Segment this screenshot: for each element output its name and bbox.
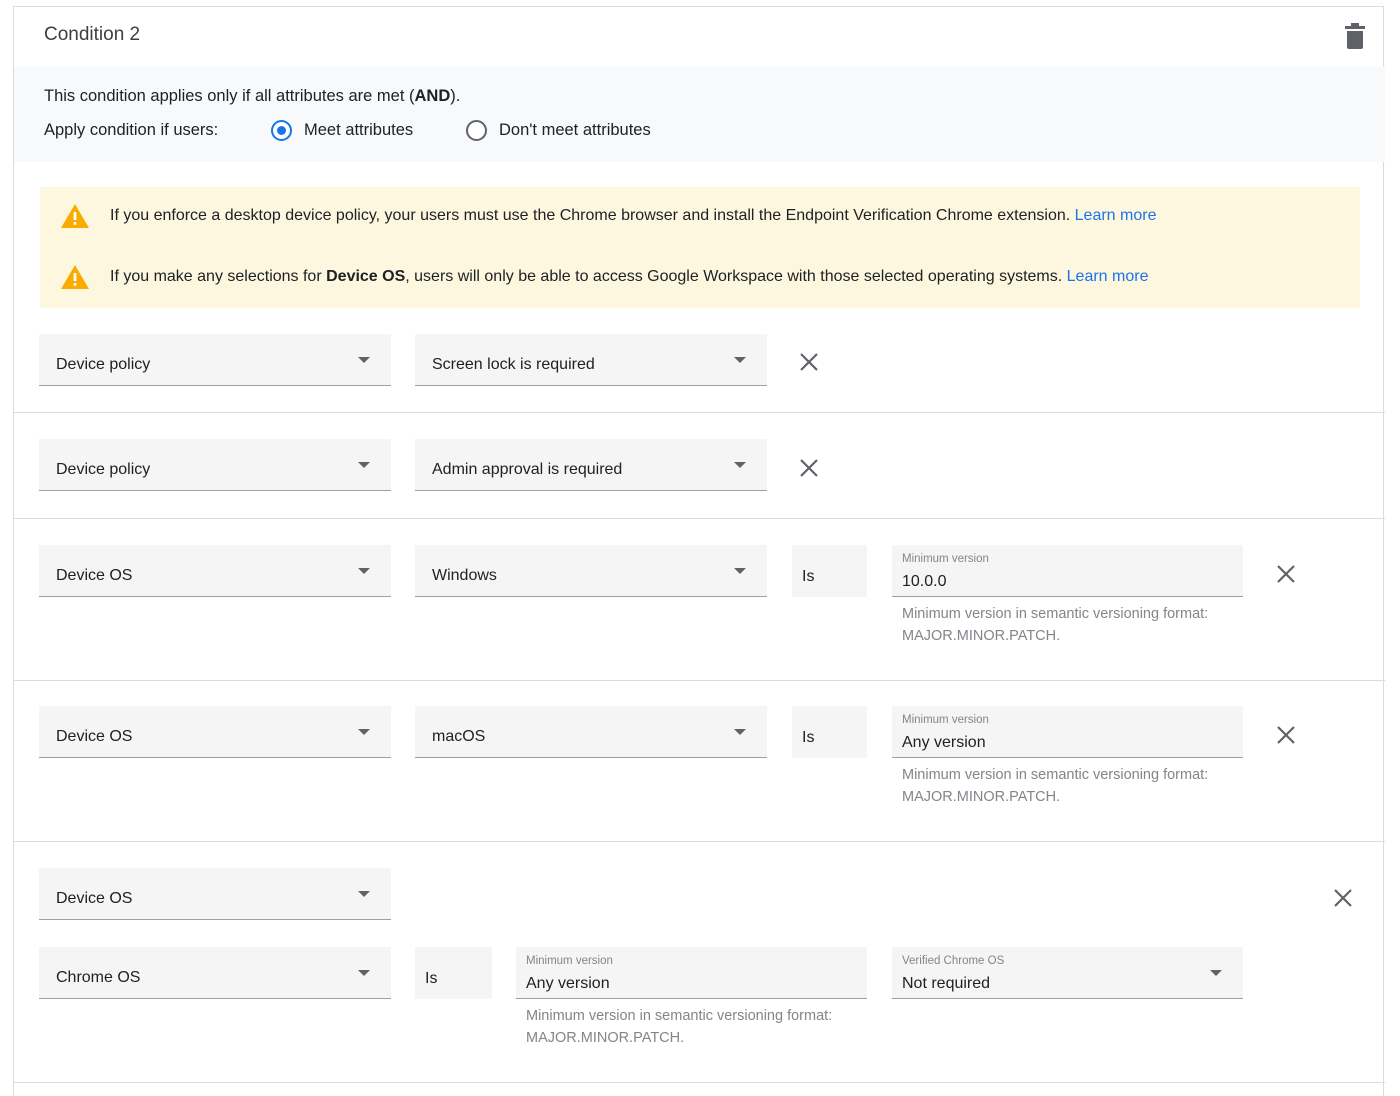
min-version-input[interactable]: Minimum version 10.0.0 [892, 545, 1243, 597]
dropdown-arrow-icon [358, 568, 370, 574]
trash-icon[interactable] [1345, 23, 1365, 49]
radio-dont-meet-attributes-label: Don't meet attributes [499, 121, 651, 139]
attribute-select[interactable]: Device OS [39, 545, 391, 597]
remove-row-close-icon[interactable] [1332, 887, 1354, 909]
dropdown-arrow-icon [358, 891, 370, 897]
min-version-input[interactable]: Minimum version Any version [516, 947, 867, 999]
dropdown-arrow-icon [734, 568, 746, 574]
radio-meet-attributes-label: Meet attributes [304, 121, 414, 139]
os-select[interactable]: Windows [415, 545, 767, 597]
radio-unselected-icon[interactable] [466, 120, 487, 141]
operator-label: Is [415, 947, 492, 999]
warning-desktop-policy: If you enforce a desktop device policy, … [60, 203, 1156, 229]
dropdown-arrow-icon [358, 462, 370, 468]
min-version-hint: Minimum version in semantic versioning f… [526, 1008, 833, 1046]
attribute-select[interactable]: Device OS [39, 868, 391, 920]
warning-banner: If you enforce a desktop device policy, … [40, 187, 1360, 308]
condition-header-band [14, 67, 1385, 162]
apply-condition-label: Apply condition if users: [44, 121, 219, 139]
value-select[interactable]: Admin approval is required [415, 439, 767, 491]
min-version-hint: Minimum version in semantic versioning f… [902, 606, 1209, 644]
attribute-select[interactable]: Device policy [39, 334, 391, 386]
min-version-input[interactable]: Minimum version Any version [892, 706, 1243, 758]
verified-chrome-os-select[interactable]: Verified Chrome OS Not required [892, 947, 1243, 999]
row-divider [14, 1082, 1385, 1083]
warning-icon [61, 204, 89, 228]
learn-more-link[interactable]: Learn more [1075, 207, 1157, 224]
warning-icon [61, 265, 89, 289]
learn-more-link[interactable]: Learn more [1067, 268, 1149, 285]
dropdown-arrow-icon [1210, 970, 1222, 976]
remove-row-close-icon[interactable] [798, 351, 820, 373]
dropdown-arrow-icon [734, 357, 746, 363]
dropdown-arrow-icon [734, 462, 746, 468]
warning-device-os: If you make any selections for Device OS… [60, 264, 1148, 290]
row-divider [14, 412, 1385, 413]
dropdown-arrow-icon [734, 729, 746, 735]
radio-dont-meet-attributes[interactable]: Don't meet attributes [466, 120, 651, 141]
attribute-select[interactable]: Device OS [39, 706, 391, 758]
dropdown-arrow-icon [358, 970, 370, 976]
operator-label: Is [792, 706, 867, 758]
row-divider [14, 841, 1385, 842]
os-select[interactable]: macOS [415, 706, 767, 758]
attribute-select[interactable]: Device policy [39, 439, 391, 491]
remove-row-close-icon[interactable] [798, 457, 820, 479]
condition-title: Condition 2 [44, 24, 141, 45]
row-divider [14, 680, 1385, 681]
condition-description: This condition applies only if all attri… [44, 87, 461, 105]
value-select[interactable]: Screen lock is required [415, 334, 767, 386]
radio-selected-icon[interactable] [271, 120, 292, 141]
row-divider [14, 518, 1385, 519]
remove-row-close-icon[interactable] [1275, 724, 1297, 746]
dropdown-arrow-icon [358, 729, 370, 735]
remove-row-close-icon[interactable] [1275, 563, 1297, 585]
condition-card: Condition 2 This condition applies only … [13, 6, 1385, 1096]
radio-meet-attributes[interactable]: Meet attributes [271, 120, 413, 141]
min-version-hint: Minimum version in semantic versioning f… [902, 767, 1209, 805]
operator-label: Is [792, 545, 867, 597]
dropdown-arrow-icon [358, 357, 370, 363]
os-select[interactable]: Chrome OS [39, 947, 391, 999]
